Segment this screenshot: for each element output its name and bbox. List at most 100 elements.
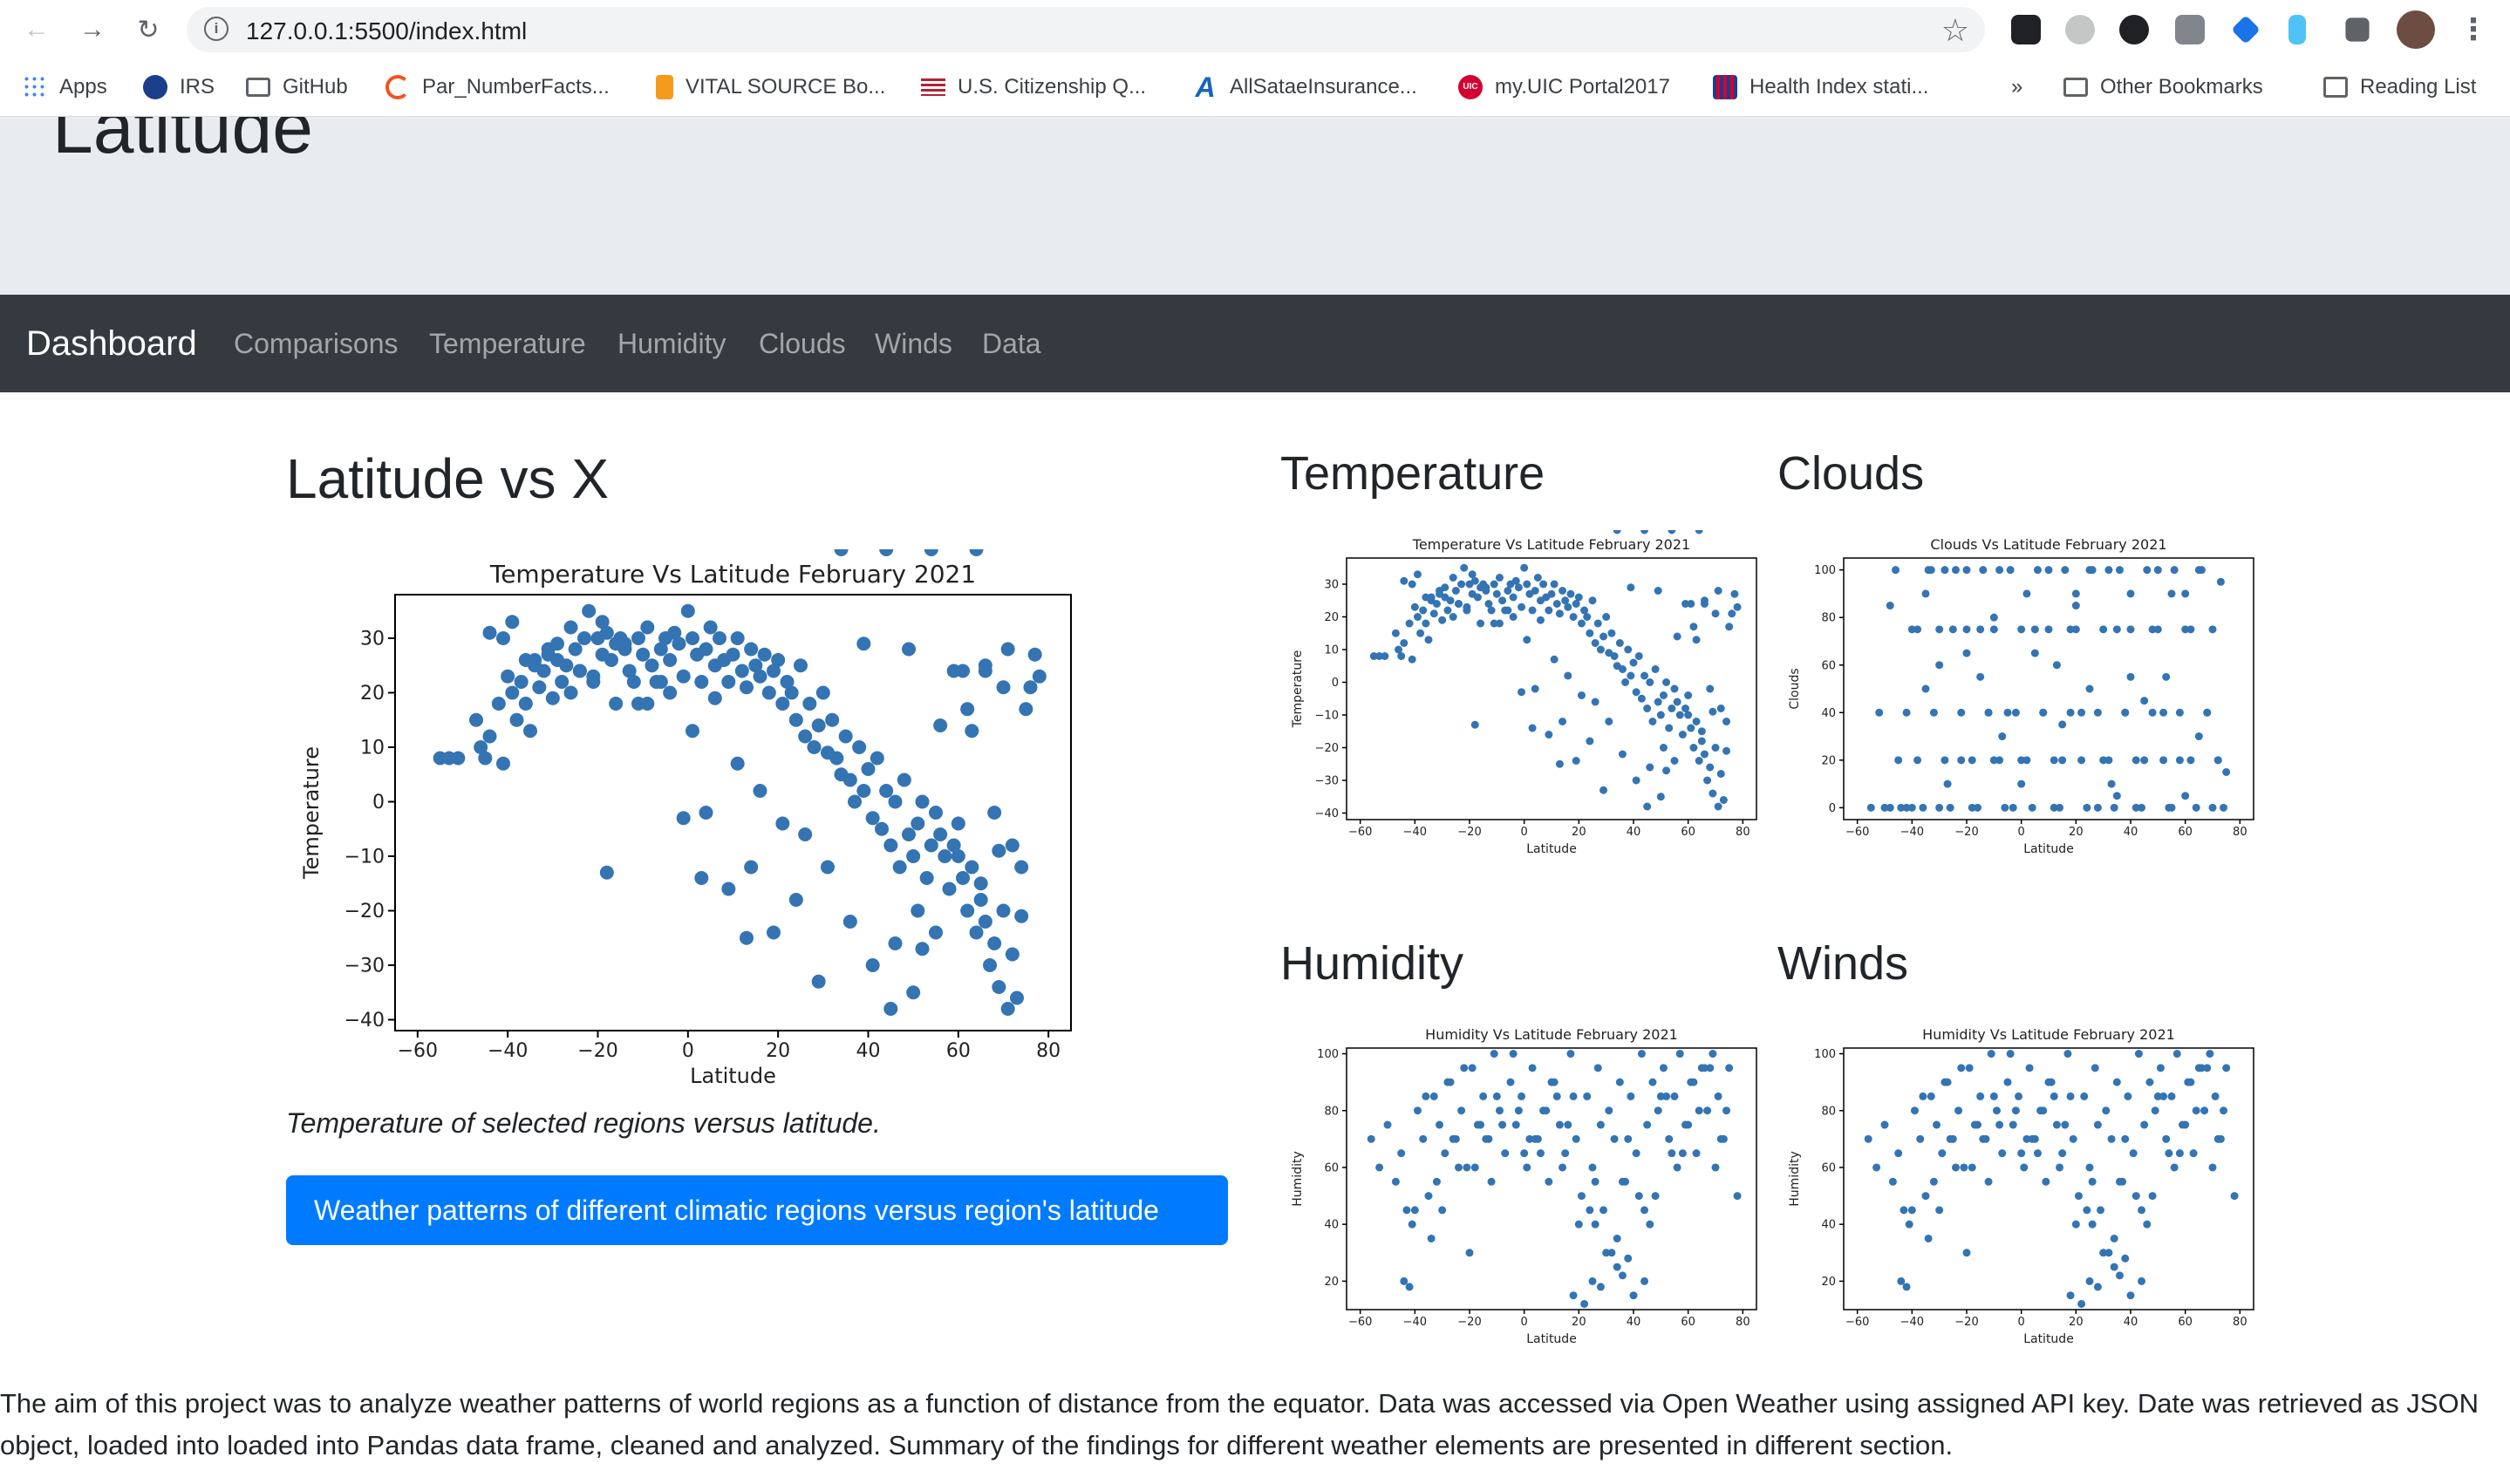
data-point [834,549,849,556]
data-point [1910,1106,1919,1115]
extension-icon[interactable] [2011,15,2041,44]
bookmark-github[interactable]: GitHub [246,75,348,99]
extension-icon[interactable] [2065,15,2095,44]
data-point [1687,724,1695,732]
data-point [1559,718,1567,725]
data-point [1618,1271,1627,1280]
data-point [2124,1092,2132,1100]
data-point [1968,1163,1976,1172]
data-point [1946,803,1954,812]
bookmark-par-numberfacts[interactable]: Par_NumberFacts... [385,75,610,99]
menu-kebab-icon[interactable]: ⋮ [2454,10,2493,49]
data-point [1569,1092,1578,1100]
nav-link-comparisons[interactable]: Comparisons [234,328,399,360]
thumb-winds-chart[interactable]: Humidity Vs Latitude February 2021 −60 −40… [1781,1020,2269,1351]
data-point [1684,691,1693,699]
data-point [1416,629,1425,637]
data-point [694,871,709,885]
thumb-humidity-chart[interactable]: Humidity Vs Latitude February 2021 −60 −40… [1284,1020,1772,1351]
data-point [2134,1050,2143,1059]
bookmark-us-citizenship[interactable]: U.S. Citizenship Q... [921,75,1146,99]
data-point [2009,803,2017,812]
data-point [1897,803,1906,812]
extension-icon[interactable] [2288,15,2306,44]
data-point [1897,1276,1906,1285]
data-point [1640,1276,1649,1285]
data-point [951,849,965,863]
data-point [852,740,867,754]
data-point [1675,1050,1684,1059]
bookmark-vitalsource[interactable]: VITAL SOURCE Bo... [656,75,885,99]
bookmark-allstate[interactable]: A AllSataeInsurance... [1193,73,1416,101]
bookmarks-overflow-button[interactable]: » [2011,75,2022,99]
profile-avatar[interactable] [2397,10,2435,49]
data-point [1632,776,1640,785]
data-point [672,636,686,651]
thumb-temperature-chart[interactable]: Temperature Vs Latitude February 2021 −60… [1284,530,1772,861]
address-bar[interactable]: i 127.0.0.1:5500/index.html ☆ [187,7,1985,52]
data-point [992,843,1006,858]
data-point [1410,602,1419,611]
y-tick-label: −30 [344,956,385,977]
reading-list[interactable]: Reading List [2323,75,2476,99]
forward-arrow-icon[interactable]: → [73,10,112,49]
thumb-title-winds[interactable]: Winds [1777,936,1908,990]
bookmark-irs[interactable]: IRS [143,75,215,99]
bookmark-uic-portal[interactable]: UIC my.UIC Portal2017 [1458,75,1670,99]
data-point [1509,1050,1518,1059]
data-point [906,985,921,1000]
extension-icon[interactable] [2231,15,2261,44]
thumb-clouds-chart[interactable]: Clouds Vs Latitude February 2021 −60 −40 −2… [1781,530,2269,861]
thumb-title-temperature[interactable]: Temperature [1280,446,1545,500]
data-point [1662,1092,1671,1100]
nav-link-data[interactable]: Data [982,328,1041,360]
data-point [888,936,903,950]
data-point [2175,756,2184,765]
data-point [509,712,524,727]
data-point [1880,1120,1889,1129]
navbar-brand[interactable]: Dashboard [26,324,197,364]
other-bookmarks[interactable]: Other Bookmarks [2063,75,2263,99]
nav-link-temperature[interactable]: Temperature [429,328,586,360]
dollar-extension-icon[interactable] [2119,15,2149,44]
data-point [1518,602,1526,611]
nav-link-winds[interactable]: Winds [875,328,952,360]
data-point [1938,1149,1947,1158]
data-point [2044,625,2053,634]
site-info-icon[interactable]: i [204,17,228,41]
reload-icon[interactable]: ↻ [129,10,167,49]
data-point [2022,756,2031,765]
plot-area [1843,557,2254,820]
back-arrow-icon[interactable]: ← [17,10,56,49]
data-point [956,871,970,885]
data-point [1477,583,1485,592]
data-point [906,849,921,863]
data-point [1637,694,1646,703]
puzzle-extensions-icon[interactable] [2345,17,2370,42]
thumb-title-humidity[interactable]: Humidity [1280,936,1463,990]
x-tick-label: −20 [1954,1316,1978,1329]
data-point [1446,596,1455,605]
data-point [811,974,826,989]
data-point [1591,639,1599,647]
grammarly-extension-icon[interactable] [2175,15,2205,44]
data-point [572,664,587,678]
y-tick-label: 10 [360,738,385,759]
nav-link-humidity[interactable]: Humidity [617,328,726,360]
bookmark-star-icon[interactable]: ☆ [1941,12,1969,49]
data-point [1577,619,1586,628]
nav-link-clouds[interactable]: Clouds [759,328,846,360]
x-tick-label: 40 [1627,826,1641,839]
data-point [2186,756,2195,765]
data-point [640,620,655,635]
url-text[interactable]: 127.0.0.1:5500/index.html [246,17,527,45]
bookmark-apps[interactable]: Apps [23,75,107,99]
data-point [1725,623,1734,631]
data-point [942,882,957,896]
data-point [721,882,736,896]
thumb-title-clouds[interactable]: Clouds [1777,446,1924,500]
weather-patterns-button[interactable]: Weather patterns of different climatic r… [286,1175,1228,1245]
data-point [1907,625,1916,634]
bookmark-health-index[interactable]: Health Index stati... [1713,75,1928,99]
data-point [1511,1120,1520,1129]
